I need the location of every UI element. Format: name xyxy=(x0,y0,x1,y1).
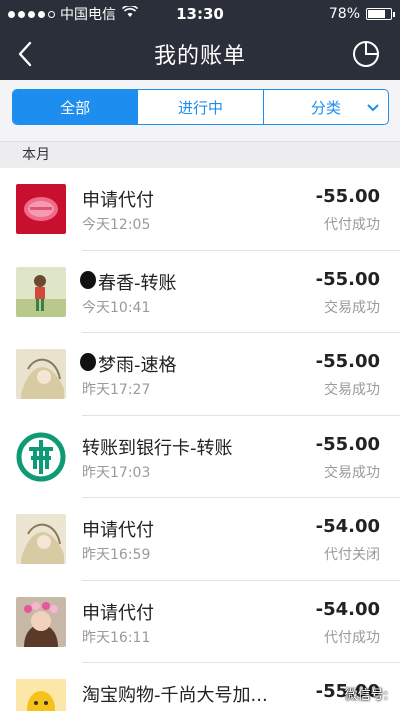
yellow-mascot-avatar xyxy=(16,679,66,711)
clock: 13:30 xyxy=(176,5,224,23)
watermark: 微信号: xyxy=(344,688,388,703)
transaction-time: 昨天17:27 xyxy=(82,382,151,398)
transaction-title: 申请代付 xyxy=(82,520,154,541)
battery-level xyxy=(368,10,386,18)
transaction-time: 昨天16:11 xyxy=(82,629,151,646)
girl-photo-avatar xyxy=(16,596,66,647)
transaction-row[interactable]: 申请代付 昨天16:11 -54.00 代付成功 xyxy=(0,580,400,663)
transaction-row[interactable]: 春香-转账 今天10:41 -55.00 交易成功 xyxy=(0,250,400,333)
wifi-icon xyxy=(121,4,139,22)
battery-percent: 78% xyxy=(328,6,360,22)
transaction-title: 淘宝购物-千尚大号加... xyxy=(82,685,268,706)
transaction-row[interactable]: 淘宝购物-千尚大号加... -55.00 xyxy=(0,663,400,711)
transaction-row[interactable]: 梦雨-速格 昨天17:27 -55.00 交易成功 xyxy=(0,333,400,416)
chevron-down-icon xyxy=(367,104,379,112)
transaction-status: 交易成功 xyxy=(324,299,380,316)
transaction-status: 代付关闭 xyxy=(324,547,380,563)
signal-icon xyxy=(8,10,55,18)
transaction-amount: -55.00 xyxy=(315,433,380,455)
tab-all[interactable]: 全部 xyxy=(13,90,139,124)
redaction-blot xyxy=(80,353,96,371)
transaction-status: 交易成功 xyxy=(324,382,380,398)
nav-bar: 我的账单 xyxy=(0,28,400,80)
red-card-avatar xyxy=(16,184,66,234)
girl-photo-avatar xyxy=(16,266,66,317)
transaction-time: 昨天17:03 xyxy=(82,464,151,481)
bank-logo-icon xyxy=(16,432,66,482)
filter-bar: 全部 进行中 分类 xyxy=(0,80,400,142)
carrier-label: 中国电信 xyxy=(60,7,116,23)
transaction-row[interactable]: 申请代付 今天12:05 -55.00 代付成功 xyxy=(0,168,400,251)
transaction-title: 梦雨-速格 xyxy=(98,355,177,376)
transaction-row[interactable]: 转账到银行卡-转账 昨天17:03 -55.00 交易成功 xyxy=(0,415,400,498)
transaction-time: 今天10:41 xyxy=(82,299,151,316)
page-title: 我的账单 xyxy=(153,44,246,69)
tab-in-progress[interactable]: 进行中 xyxy=(138,90,264,124)
tab-category-label: 分类 xyxy=(310,98,341,117)
transaction-status: 交易成功 xyxy=(324,464,380,481)
transaction-amount: -55.00 xyxy=(315,268,380,290)
transaction-time: 昨天16:59 xyxy=(82,547,151,563)
transaction-list: 申请代付 今天12:05 -55.00 代付成功 春香-转账 今天10:41 -… xyxy=(0,168,400,711)
transaction-title: 申请代付 xyxy=(82,602,154,624)
transaction-status: 代付成功 xyxy=(324,217,380,233)
back-arrow-icon[interactable] xyxy=(14,40,38,68)
segmented-control: 全部 进行中 分类 xyxy=(12,89,389,125)
pie-chart-icon[interactable] xyxy=(352,40,380,68)
battery-icon xyxy=(366,8,395,20)
anime-avatar xyxy=(16,349,66,399)
status-bar: 中国电信 13:30 78% xyxy=(0,0,400,28)
transaction-status: 代付成功 xyxy=(324,629,380,646)
transaction-title: 春香-转账 xyxy=(98,272,177,294)
section-header-month: 本月 xyxy=(0,142,400,168)
transaction-amount: -55.00 xyxy=(315,351,380,372)
transaction-amount: -55.00 xyxy=(315,186,380,207)
transaction-amount: -54.00 xyxy=(315,516,380,537)
tab-category[interactable]: 分类 xyxy=(264,90,388,124)
transaction-row[interactable]: 申请代付 昨天16:59 -54.00 代付关闭 xyxy=(0,498,400,581)
redaction-blot xyxy=(80,270,96,289)
transaction-title: 申请代付 xyxy=(82,190,154,211)
transaction-time: 今天12:05 xyxy=(82,217,151,233)
anime-avatar xyxy=(16,514,66,564)
transaction-title: 转账到银行卡-转账 xyxy=(82,437,233,459)
transaction-amount: -54.00 xyxy=(315,598,380,620)
